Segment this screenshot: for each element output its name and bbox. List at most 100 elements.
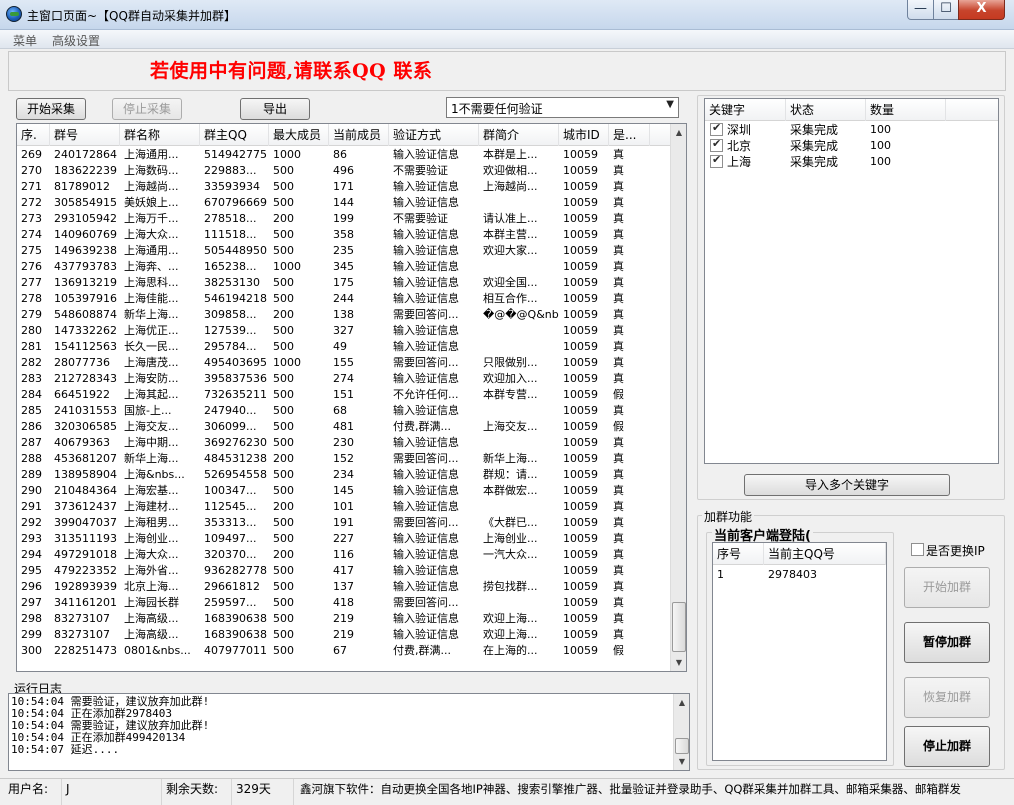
group-group-name-cell: 新华上海...: [124, 308, 179, 321]
flag-column-header[interactable]: 是...: [609, 124, 650, 146]
verify-method-column-header[interactable]: 验证方式: [389, 124, 479, 146]
index-column-header[interactable]: 序.: [17, 124, 50, 146]
max-members-column-header[interactable]: 最大成员: [269, 124, 329, 146]
group-row[interactable]: 289 138958904 上海&nbs... 526954558 500 234 输入验证…: [17, 467, 670, 483]
group-name-column-header[interactable]: 群名称: [120, 124, 200, 146]
group-group-number-cell: 497291018: [54, 548, 117, 561]
group-row[interactable]: 294 497291018 上海大众... 320370... 200 116 输入验证信息…: [17, 547, 670, 563]
group-current-members-cell: 358: [333, 228, 354, 241]
group-row[interactable]: 272 305854915 美妖娘上... 670796669 500 144 输入验证信息…: [17, 195, 670, 211]
group-group-name-cell: 上海园长群: [124, 596, 179, 609]
intro-column-header[interactable]: 群简介: [479, 124, 559, 146]
group-current-members-cell: 138: [333, 308, 354, 321]
group-row[interactable]: 293 313511193 上海创业... 109497... 500 227 输入验证信息…: [17, 531, 670, 547]
group-row[interactable]: 287 40679363 上海中期... 369276230 500 230 输入验证信息 1…: [17, 435, 670, 451]
group-row[interactable]: 278 105397916 上海佳能... 546194218 500 244 输入验证信息…: [17, 291, 670, 307]
menu-advanced-settings[interactable]: 高级设置: [52, 32, 100, 49]
scroll-down-icon[interactable]: ▼: [674, 753, 689, 770]
group-flag-cell: 真: [613, 404, 624, 417]
group-row[interactable]: 300 228251473 0801&nbs... 407977011 500 67 付费,…: [17, 643, 670, 659]
scroll-thumb[interactable]: [675, 738, 689, 754]
group-row[interactable]: 274 140960769 上海大众... 111518... 500 358 输入验证信息…: [17, 227, 670, 243]
close-button[interactable]: X: [958, 0, 1005, 20]
status-column-header[interactable]: 状态: [786, 99, 866, 121]
group-row[interactable]: 275 149639238 上海通用... 505448950 500 235 输入验证信息…: [17, 243, 670, 259]
owner-qq-column-header[interactable]: 群主QQ: [200, 124, 269, 146]
group-owner-qq-cell: 526954558: [204, 468, 267, 481]
group-city-id-cell: 10059: [563, 340, 598, 353]
group-row[interactable]: 299 83273107 上海高级... 168390638 500 219 输入验证信息 欢…: [17, 627, 670, 643]
qq-account-list[interactable]: 序号 当前主QQ号 1 2978403: [712, 542, 887, 761]
count-column-header[interactable]: 数量: [866, 99, 946, 121]
group-row[interactable]: 284 66451922 上海其起... 732635211 500 151 不允许任何..…: [17, 387, 670, 403]
resume-add-group-button[interactable]: 恢复加群: [904, 677, 990, 718]
group-row[interactable]: 279 548608874 新华上海... 309858... 200 138 需要回答问.…: [17, 307, 670, 323]
keyword-checkbox[interactable]: [710, 121, 723, 136]
group-index-cell: 299: [21, 628, 42, 641]
keyword-checkbox[interactable]: [710, 137, 723, 152]
menu-main[interactable]: 菜单: [13, 32, 37, 49]
keyword-checkbox[interactable]: [710, 153, 723, 168]
import-keywords-button[interactable]: 导入多个关键字: [744, 474, 950, 496]
stop-collect-button[interactable]: 停止采集: [112, 98, 182, 120]
group-number-column-header[interactable]: 群号: [50, 124, 120, 146]
group-group-name-cell: 上海安防...: [124, 372, 179, 385]
maximize-button[interactable]: ☐: [933, 0, 959, 20]
group-row[interactable]: 273 293105942 上海万千... 278518... 200 199 不需要验证 请…: [17, 211, 670, 227]
group-intro-cell: 上海创业...: [483, 532, 538, 545]
keyword-list[interactable]: 关键字 状态 数量 深圳 采集完成 100 北京 采集完成 100 上海 采集完…: [704, 98, 999, 464]
group-list-scrollbar[interactable]: ▲ ▼: [670, 124, 686, 671]
verify-mode-select[interactable]: 1不需要任何验证 ▼: [446, 97, 679, 118]
group-row[interactable]: 283 212728343 上海安防... 395837536 500 274 输入验证信息…: [17, 371, 670, 387]
group-row[interactable]: 281 154112563 长久一民... 295784... 500 49 输入验证信息 1…: [17, 339, 670, 355]
qq-column-header[interactable]: 当前主QQ号: [764, 543, 886, 565]
run-log[interactable]: 10:54:04 需要验证，建议放弃加此群! 10:54:04 正在添加群297…: [8, 693, 690, 771]
keyword-count: 100: [870, 155, 891, 168]
scroll-up-icon[interactable]: ▲: [674, 694, 689, 711]
group-row[interactable]: 296 192893939 北京上海... 29661812 500 137 输入验证信息 捞…: [17, 579, 670, 595]
group-list[interactable]: 序. 群号 群名称 群主QQ 最大成员 当前成员 验证方式 群简介 城市ID 是... 269 24…: [16, 123, 687, 672]
start-collect-button[interactable]: 开始采集: [16, 98, 86, 120]
change-ip-checkbox[interactable]: [911, 543, 924, 556]
group-row[interactable]: 270 183622239 上海数码... 229883... 500 496 不需要验证 欢…: [17, 163, 670, 179]
group-current-members-cell: 345: [333, 260, 354, 273]
group-current-members-cell: 230: [333, 436, 354, 449]
group-row[interactable]: 271 81789012 上海越尚... 33593934 500 171 输入验证信息 上海…: [17, 179, 670, 195]
scroll-down-icon[interactable]: ▼: [671, 654, 686, 671]
stop-add-group-button[interactable]: 停止加群: [904, 726, 990, 767]
city-id-column-header[interactable]: 城市ID: [559, 124, 609, 146]
group-current-members-cell: 327: [333, 324, 354, 337]
group-group-name-cell: 美妖娘上...: [124, 196, 179, 209]
index-column-header[interactable]: 序号: [713, 543, 764, 565]
group-row[interactable]: 288 453681207 新华上海... 484531238 200 152 需要回答问.…: [17, 451, 670, 467]
export-button[interactable]: 导出: [240, 98, 310, 120]
group-row[interactable]: 292 399047037 上海租男... 353313... 500 191 需要回答问.…: [17, 515, 670, 531]
group-row[interactable]: 291 373612437 上海建材... 112545... 200 101 输入验证信息…: [17, 499, 670, 515]
group-row[interactable]: 280 147332262 上海优正... 127539... 500 327 输入验证信息…: [17, 323, 670, 339]
scroll-thumb[interactable]: [672, 602, 686, 652]
current-members-column-header[interactable]: 当前成员: [329, 124, 389, 146]
group-row[interactable]: 295 479223352 上海外省... 936282778 500 417 输入验证信息…: [17, 563, 670, 579]
start-add-group-button[interactable]: 开始加群: [904, 567, 990, 608]
pause-add-group-button[interactable]: 暂停加群: [904, 622, 990, 663]
group-row[interactable]: 297 341161201 上海园长群 259597... 500 418 需要回答问...…: [17, 595, 670, 611]
group-flag-cell: 真: [613, 180, 624, 193]
group-city-id-cell: 10059: [563, 228, 598, 241]
group-group-name-cell: 上海创业...: [124, 532, 179, 545]
group-row[interactable]: 298 83273107 上海高级... 168390638 500 219 输入验证信息 欢…: [17, 611, 670, 627]
group-row[interactable]: 282 28077736 上海唐茂... 495403695 1000 155 需要回答问.…: [17, 355, 670, 371]
run-log-scrollbar[interactable]: ▲ ▼: [673, 694, 689, 770]
title-bar: 主窗口页面~【QQ群自动采集并加群】 — ☐ X: [0, 0, 1014, 30]
group-row[interactable]: 269 240172864 上海通用... 514942775 1000 86 输入验证信息…: [17, 147, 670, 163]
minimize-button[interactable]: —: [907, 0, 934, 20]
scroll-up-icon[interactable]: ▲: [671, 124, 686, 141]
group-row[interactable]: 277 136913219 上海思科... 38253130 500 175 输入验证信息 欢…: [17, 275, 670, 291]
group-max-members-cell: 200: [273, 500, 294, 513]
group-verify-method-cell: 不需要验证: [393, 212, 448, 225]
group-row[interactable]: 286 320306585 上海交友... 306099... 500 481 付费,群满.…: [17, 419, 670, 435]
keyword-column-header[interactable]: 关键字: [705, 99, 786, 121]
group-row[interactable]: 285 241031553 国旅-上... 247940... 500 68 输入验证信息 1…: [17, 403, 670, 419]
group-row[interactable]: 276 437793783 上海奔、... 165238... 1000 345 输入验证信…: [17, 259, 670, 275]
group-row[interactable]: 290 210484364 上海宏基... 100347... 500 145 输入验证信息…: [17, 483, 670, 499]
group-intro-cell: 欢迎全国...: [483, 276, 538, 289]
